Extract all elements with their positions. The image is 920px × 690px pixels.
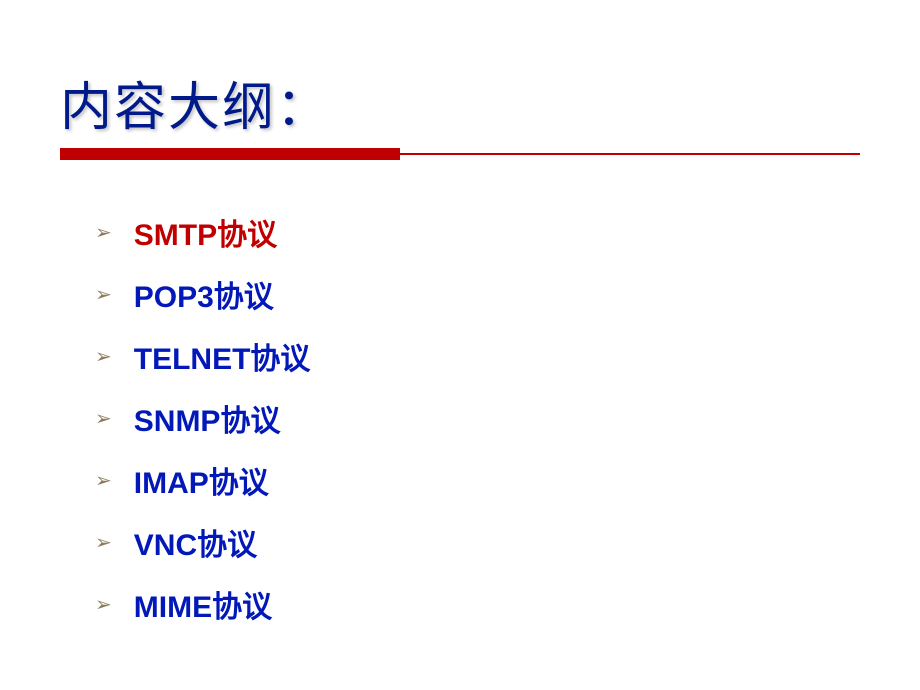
list-item: ➢ VNC协议 — [95, 520, 860, 564]
title-divider — [60, 148, 860, 160]
divider-thick — [60, 148, 400, 160]
slide-title: 内容大纲： — [60, 65, 860, 140]
bullet-icon: ➢ — [95, 344, 112, 369]
outline-list: ➢ SMTP协议 ➢ POP3协议 ➢ TELNET协议 ➢ SNMP协议 ➢ … — [60, 195, 860, 626]
list-item: ➢ SNMP协议 — [95, 396, 860, 440]
list-item-label: SNMP协议 — [134, 396, 281, 440]
bullet-icon: ➢ — [95, 530, 112, 555]
list-item: ➢ SMTP协议 — [95, 210, 860, 254]
list-item: ➢ POP3协议 — [95, 272, 860, 316]
list-item-label: MIME协议 — [134, 582, 272, 626]
list-item: ➢ TELNET协议 — [95, 334, 860, 378]
bullet-icon: ➢ — [95, 592, 112, 617]
list-item: ➢ IMAP协议 — [95, 458, 860, 502]
bullet-icon: ➢ — [95, 406, 112, 431]
slide-container: 内容大纲： ➢ SMTP协议 ➢ POP3协议 ➢ TELNET协议 ➢ SNM… — [0, 0, 920, 690]
list-item-label: IMAP协议 — [134, 458, 269, 502]
divider-thin — [400, 153, 860, 155]
list-item-label: TELNET协议 — [134, 334, 311, 378]
list-item: ➢ MIME协议 — [95, 582, 860, 626]
list-item-label: SMTP协议 — [134, 210, 277, 254]
list-item-label: POP3协议 — [134, 272, 274, 316]
bullet-icon: ➢ — [95, 220, 112, 245]
bullet-icon: ➢ — [95, 468, 112, 493]
bullet-icon: ➢ — [95, 282, 112, 307]
title-area: 内容大纲： — [60, 65, 860, 160]
list-item-label: VNC协议 — [134, 520, 257, 564]
